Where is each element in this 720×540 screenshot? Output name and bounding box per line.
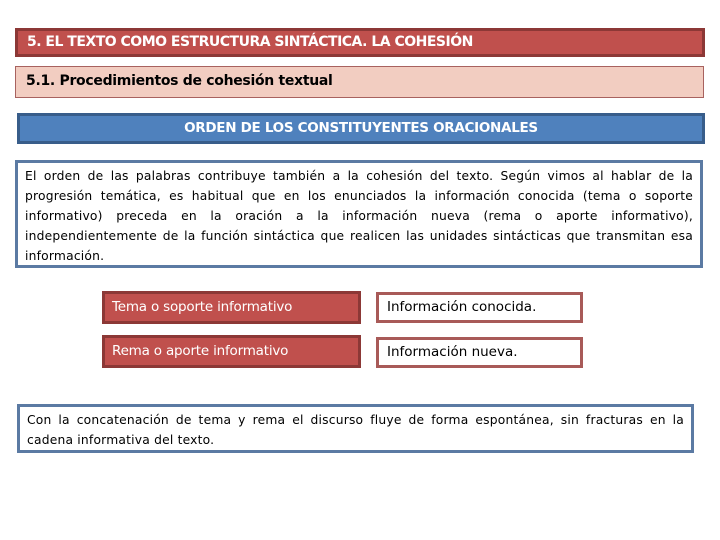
term-theme: Tema o soporte informativo <box>102 291 361 324</box>
page-subtitle: 5.1. Procedimientos de cohesión textual <box>15 66 704 98</box>
closing-paragraph: Con la concatenación de tema y rema el d… <box>27 413 684 447</box>
body-paragraph: El orden de las palabras contribuye tamb… <box>25 169 693 263</box>
page-title: 5. EL TEXTO COMO ESTRUCTURA SINTÁCTICA. … <box>15 28 705 57</box>
term-rheme: Rema o aporte informativo <box>102 335 361 368</box>
section-heading: ORDEN DE LOS CONSTITUYENTES ORACIONALES <box>17 113 705 144</box>
closing-paragraph-box: Con la concatenación de tema y rema el d… <box>17 404 694 453</box>
definition-theme: Información conocida. <box>376 292 583 323</box>
definition-rheme: Información nueva. <box>376 337 583 368</box>
body-paragraph-box: El orden de las palabras contribuye tamb… <box>15 160 703 268</box>
